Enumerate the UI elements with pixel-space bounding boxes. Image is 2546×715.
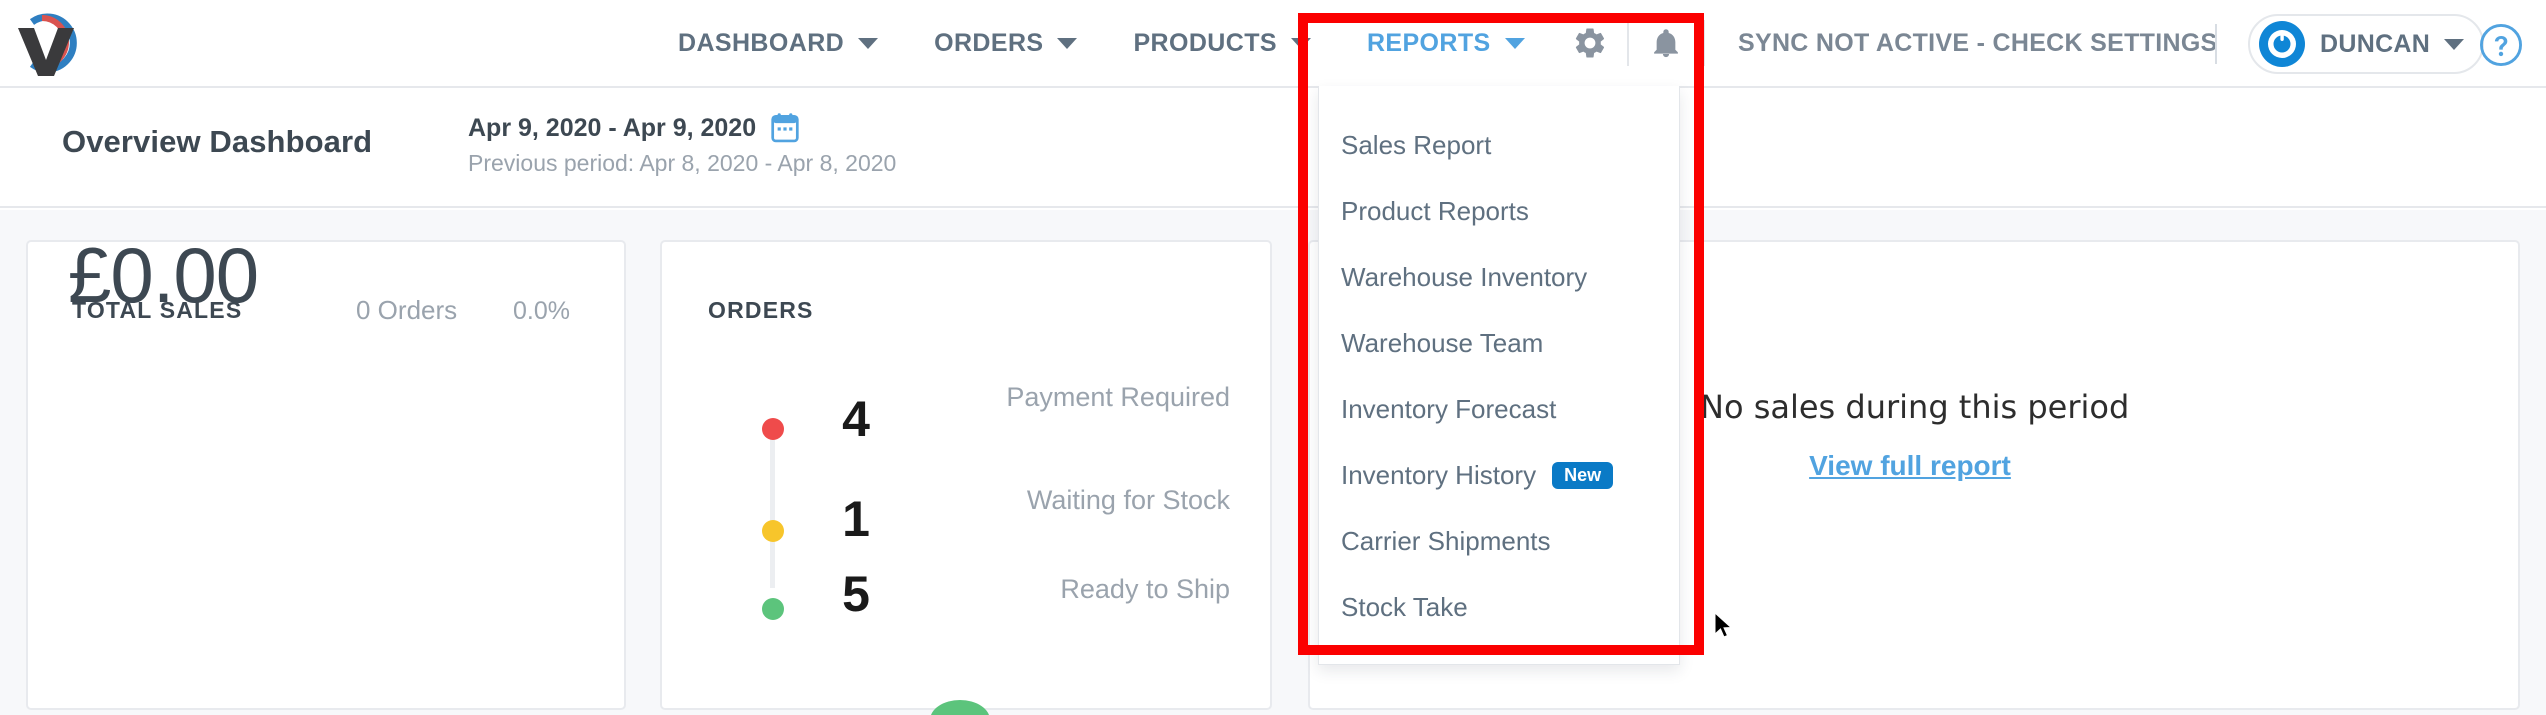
menu-label-warehouse-team: Warehouse Team <box>1341 327 1544 358</box>
orders-status-rail <box>770 428 775 588</box>
nav-label-reports: REPORTS <box>1366 28 1491 57</box>
menu-item-carrier-shipments[interactable]: Carrier Shipments <box>1319 508 1679 574</box>
orders-status-ready-to-ship: Ready to Ship <box>1060 574 1230 604</box>
chevron-down-icon <box>2444 38 2465 50</box>
veeqo-logo[interactable] <box>12 6 90 78</box>
orders-count-waiting-for-stock: 1 <box>842 491 870 547</box>
orders-count-payment-required: 4 <box>842 391 870 447</box>
menu-item-warehouse-team[interactable]: Warehouse Team <box>1319 310 1679 376</box>
page-header-bar: Overview Dashboard Apr 9, 2020 - Apr 9, … <box>0 88 2546 208</box>
menu-label-sales-report: Sales Report <box>1341 129 1492 160</box>
date-range-label: Apr 9, 2020 - Apr 9, 2020 <box>468 113 757 142</box>
menu-item-warehouse-inventory[interactable]: Warehouse Inventory <box>1319 244 1679 310</box>
app-root: DASHBOARD ORDERS PRODUCTS REPORTS SYNC N… <box>0 0 2546 715</box>
chevron-down-icon <box>1057 37 1078 49</box>
nav-item-orders[interactable]: ORDERS <box>906 0 1105 86</box>
view-full-report-link[interactable]: View full report <box>1700 450 2120 482</box>
chevron-down-icon <box>1290 37 1311 49</box>
user-name-label: DUNCAN <box>2320 29 2431 58</box>
bell-icon <box>1653 29 1678 58</box>
menu-label-product-reports: Product Reports <box>1341 195 1529 226</box>
menu-label-warehouse-inventory: Warehouse Inventory <box>1341 261 1588 292</box>
chevron-down-icon <box>1504 37 1525 49</box>
menu-label-stock-take: Stock Take <box>1341 591 1468 622</box>
help-circle-icon <box>2480 24 2522 66</box>
new-badge: New <box>1552 461 1614 489</box>
orders-count-ready-to-ship: 5 <box>842 566 870 622</box>
power-avatar-icon <box>2259 21 2305 67</box>
sync-status-text: SYNC NOT ACTIVE - CHECK SETTINGS <box>1738 28 2218 57</box>
status-dot-payment-required <box>762 418 784 440</box>
total-sales-orders-count: 0 Orders <box>356 295 458 325</box>
notifications-bell-button[interactable] <box>1629 0 1703 86</box>
orders-label: ORDERS <box>708 297 814 323</box>
user-menu-button[interactable]: DUNCAN <box>2248 14 2485 74</box>
orders-status-payment-required: Payment Required <box>1006 382 1230 412</box>
chevron-down-icon <box>858 37 879 49</box>
nav-label-orders: ORDERS <box>934 28 1044 57</box>
main-nav-items: DASHBOARD ORDERS PRODUCTS REPORTS <box>650 0 1705 86</box>
status-dot-ready-to-ship <box>762 598 784 620</box>
gear-icon <box>1575 28 1604 58</box>
menu-label-carrier-shipments: Carrier Shipments <box>1341 525 1551 556</box>
menu-item-inventory-forecast[interactable]: Inventory Forecast <box>1319 376 1679 442</box>
menu-item-product-reports[interactable]: Product Reports <box>1319 178 1679 244</box>
header-divider <box>2215 24 2217 64</box>
nav-label-dashboard: DASHBOARD <box>678 28 845 57</box>
previous-period-label: Previous period: Apr 8, 2020 - Apr 8, 20… <box>468 150 897 176</box>
calendar-icon[interactable] <box>770 112 800 144</box>
orders-status-waiting-for-stock: Waiting for Stock <box>1026 485 1230 515</box>
no-sales-message: No sales during this period <box>1700 388 2130 426</box>
menu-label-inventory-forecast: Inventory Forecast <box>1341 393 1557 424</box>
nav-item-products[interactable]: PRODUCTS <box>1105 0 1338 86</box>
status-dot-waiting-for-stock <box>762 520 784 542</box>
help-button[interactable] <box>2478 22 2524 68</box>
reports-dropdown-menu: Sales Report Product Reports Warehouse I… <box>1318 86 1680 665</box>
menu-item-sales-report[interactable]: Sales Report <box>1319 112 1679 178</box>
total-sales-amount: £0.00 <box>68 231 259 319</box>
nav-label-products: PRODUCTS <box>1133 28 1277 57</box>
nav-divider <box>1702 20 1705 66</box>
dashboard-body <box>0 210 2546 715</box>
nav-item-reports[interactable]: REPORTS <box>1339 0 1553 86</box>
date-range-selector[interactable]: Apr 9, 2020 - Apr 9, 2020 Previous perio… <box>468 112 896 177</box>
mouse-cursor-icon <box>1714 612 1733 638</box>
menu-item-inventory-history[interactable]: Inventory History New <box>1319 442 1679 508</box>
top-navigation-bar: DASHBOARD ORDERS PRODUCTS REPORTS SYNC N… <box>0 0 2546 88</box>
page-title: Overview Dashboard <box>62 124 373 159</box>
menu-item-stock-take[interactable]: Stock Take <box>1319 574 1679 640</box>
settings-gear-button[interactable] <box>1553 0 1627 86</box>
nav-item-dashboard[interactable]: DASHBOARD <box>650 0 906 86</box>
menu-label-inventory-history: Inventory History <box>1341 459 1537 490</box>
total-sales-percent-change: 0.0% <box>513 297 570 325</box>
